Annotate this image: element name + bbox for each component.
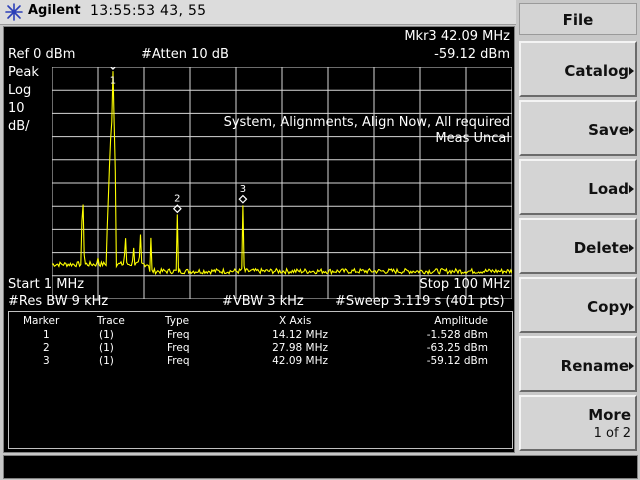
submenu-arrow-icon bbox=[629, 303, 634, 311]
table-row-3-type: Freq bbox=[167, 355, 190, 367]
status-line bbox=[3, 455, 638, 479]
table-row-3-trace: (1) bbox=[99, 355, 114, 367]
stop-freq: Stop 100 MHz bbox=[419, 277, 510, 292]
table-row-1-trace: (1) bbox=[99, 329, 114, 341]
marker-table: Marker Trace Type X Axis Amplitude 1 (1)… bbox=[8, 311, 513, 449]
table-row-2-amplitude: -63.25 dBm bbox=[426, 342, 488, 354]
rename-softkey[interactable]: Rename bbox=[519, 336, 637, 392]
table-row-1-marker: 1 bbox=[43, 329, 50, 341]
copy-softkey-label: Copy bbox=[587, 298, 629, 316]
scale-value: 10 bbox=[8, 101, 25, 116]
submenu-arrow-icon bbox=[629, 126, 634, 134]
save-softkey[interactable]: Save bbox=[519, 100, 637, 156]
table-row-1-amplitude: -1.528 dBm bbox=[426, 329, 488, 341]
table-header-trace: Trace bbox=[97, 315, 125, 327]
softkey-menu-title: File bbox=[519, 3, 637, 35]
table-row-1-type: Freq bbox=[167, 329, 190, 341]
table-row-2-marker: 2 bbox=[43, 342, 50, 354]
rename-softkey-label: Rename bbox=[560, 357, 629, 375]
save-softkey-label: Save bbox=[588, 121, 629, 139]
submenu-arrow-icon bbox=[629, 67, 634, 75]
atten-setting: #Atten 10 dB bbox=[141, 47, 229, 62]
meas-uncal-message: Meas Uncal bbox=[435, 131, 510, 146]
detector-mode: Peak bbox=[8, 65, 39, 80]
more-softkey-page: 1 of 2 bbox=[593, 426, 631, 441]
sweep-time: #Sweep 3.119 s (401 pts) bbox=[335, 294, 505, 309]
table-row-3-marker: 3 bbox=[43, 355, 50, 367]
submenu-arrow-icon bbox=[629, 244, 634, 252]
clock-readout: 13:55:53 43, 55 bbox=[90, 3, 207, 19]
softkey-menu-title-label: File bbox=[562, 11, 594, 29]
more-softkey-label: More bbox=[588, 406, 631, 424]
scale-type: Log bbox=[8, 83, 32, 98]
load-softkey-label: Load bbox=[588, 180, 629, 198]
copy-softkey[interactable]: Copy bbox=[519, 277, 637, 333]
delete-softkey-label: Delete bbox=[573, 239, 629, 257]
more-softkey[interactable]: More 1 of 2 bbox=[519, 395, 637, 451]
vbw: #VBW 3 kHz bbox=[222, 294, 304, 309]
table-row-1-xaxis: 14.12 MHz bbox=[272, 329, 328, 341]
submenu-arrow-icon bbox=[629, 185, 634, 193]
status-bar: Agilent 13:55:53 43, 55 bbox=[0, 0, 516, 25]
scale-unit: dB/ bbox=[8, 119, 30, 134]
alignment-message: System, Alignments, Align Now, All requi… bbox=[223, 115, 510, 130]
table-row-3-xaxis: 42.09 MHz bbox=[272, 355, 328, 367]
submenu-arrow-icon bbox=[629, 362, 634, 370]
table-row-2-trace: (1) bbox=[99, 342, 114, 354]
table-row-2-type: Freq bbox=[167, 342, 190, 354]
ref-level: Ref 0 dBm bbox=[8, 47, 76, 62]
start-freq: Start 1 MHz bbox=[8, 277, 85, 292]
agilent-spark-icon bbox=[5, 3, 23, 21]
catalog-softkey[interactable]: Catalog bbox=[519, 41, 637, 97]
marker-freq-readout: Mkr3 42.09 MHz bbox=[404, 29, 510, 44]
table-row-3-amplitude: -59.12 dBm bbox=[426, 355, 488, 367]
marker-label: 3 bbox=[240, 184, 246, 195]
catalog-softkey-label: Catalog bbox=[564, 62, 629, 80]
analyzer-display: Ref 0 dBm #Atten 10 dB Mkr3 42.09 MHz -5… bbox=[3, 26, 515, 453]
spectrum-graticule: 1 2 3 bbox=[52, 67, 512, 299]
delete-softkey[interactable]: Delete bbox=[519, 218, 637, 274]
load-softkey[interactable]: Load bbox=[519, 159, 637, 215]
table-header-type: Type bbox=[165, 315, 190, 327]
marker-label: 1 bbox=[110, 76, 116, 87]
res-bw: #Res BW 9 kHz bbox=[8, 294, 109, 309]
table-header-xaxis: X Axis bbox=[279, 315, 312, 327]
marker-label: 2 bbox=[174, 194, 180, 205]
table-header-marker: Marker bbox=[23, 315, 60, 327]
table-row-2-xaxis: 27.98 MHz bbox=[272, 342, 328, 354]
brand-name: Agilent bbox=[28, 3, 81, 18]
marker-amp-readout: -59.12 dBm bbox=[434, 47, 510, 62]
marker-diamond bbox=[238, 194, 248, 204]
softkey-panel: File Catalog Save Load Delete Copy Renam… bbox=[516, 0, 640, 454]
table-header-amplitude: Amplitude bbox=[434, 315, 488, 327]
